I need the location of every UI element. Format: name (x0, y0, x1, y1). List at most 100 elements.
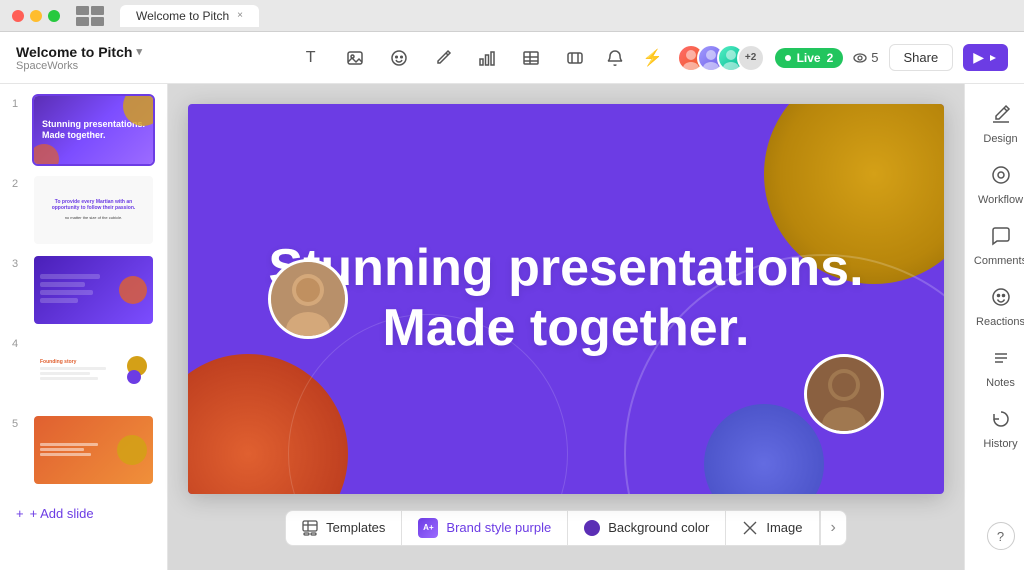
add-slide-label: + Add slide (30, 506, 94, 521)
history-icon (991, 409, 1011, 434)
slide-main-text: Stunning presentations. Made together. (266, 239, 866, 359)
app-grid-icon[interactable] (76, 6, 104, 26)
design-icon (991, 104, 1011, 129)
workflow-panel-button[interactable]: Workflow (971, 157, 1024, 214)
brand-style-icon: A+ (418, 518, 438, 538)
workflow-icon (991, 165, 1011, 190)
viewers-count: 5 (853, 50, 878, 65)
comments-label: Comments (974, 255, 1024, 267)
help-button[interactable]: ? (987, 522, 1015, 550)
reactions-label: Reactions (976, 316, 1024, 328)
main-content: 1 Stunning presentations.Made together. … (0, 84, 1024, 570)
reactions-panel-button[interactable]: Reactions (971, 279, 1024, 336)
lightning-icon[interactable]: ⚡ (639, 44, 667, 72)
avatar-right-face (807, 357, 881, 431)
slide-thumbnail-5[interactable] (32, 414, 155, 486)
title-text: Welcome to Pitch (16, 44, 132, 60)
chevron-right-icon: › (831, 519, 836, 537)
comments-icon (991, 226, 1011, 251)
collaborator-avatar-left (268, 259, 348, 339)
design-panel-button[interactable]: Design (971, 96, 1024, 153)
live-count: 2 (827, 51, 834, 65)
play-icon: ▶ (973, 49, 984, 66)
chart-tool-button[interactable] (473, 44, 501, 72)
notes-icon (991, 348, 1011, 373)
viewers-number: 5 (871, 50, 878, 65)
slides-panel: 1 Stunning presentations.Made together. … (0, 84, 168, 570)
pen-tool-button[interactable] (429, 44, 457, 72)
slide-thumbnail-1[interactable]: Stunning presentations.Made together. (32, 94, 155, 166)
avatar-overflow-count: +2 (737, 44, 765, 72)
image-button[interactable]: Image (725, 510, 819, 546)
live-indicator: Live 2 (775, 48, 844, 68)
brand-style-label: Brand style purple (446, 520, 551, 535)
document-title[interactable]: Welcome to Pitch ▾ (16, 44, 285, 60)
slide-number-2: 2 (12, 178, 26, 190)
table-tool-button[interactable] (517, 44, 545, 72)
slide-thumbnail-3[interactable] (32, 254, 155, 326)
share-button[interactable]: Share (889, 44, 954, 71)
close-window-button[interactable] (12, 10, 24, 22)
present-button[interactable]: ▶ (963, 44, 1008, 71)
main-toolbar: Welcome to Pitch ▾ SpaceWorks T ⚡ (0, 32, 1024, 84)
image-icon (742, 520, 758, 536)
live-dot-icon (785, 55, 791, 61)
title-bar: Welcome to Pitch × (0, 0, 1024, 32)
slide-thumbnail-4[interactable]: Founding story (32, 334, 155, 406)
text-tool-button[interactable]: T (297, 44, 325, 72)
brand-style-button[interactable]: A+ Brand style purple (401, 510, 567, 546)
live-label: Live (797, 51, 821, 65)
notifications-icon[interactable] (601, 44, 629, 72)
reactions-icon (991, 287, 1011, 312)
tab-label: Welcome to Pitch (136, 9, 229, 23)
tab-close-icon[interactable]: × (237, 10, 243, 21)
tool-group: T (297, 44, 589, 72)
document-tab[interactable]: Welcome to Pitch × (120, 5, 259, 27)
slide-thumbnail-2[interactable]: To provide every Martian with an opportu… (32, 174, 155, 246)
emoji-tool-button[interactable] (385, 44, 413, 72)
plus-icon: + (16, 506, 24, 521)
slide-item-3: 3 (12, 254, 155, 326)
slide-item-2: 2 To provide every Martian with an oppor… (12, 174, 155, 246)
background-color-swatch (584, 520, 600, 536)
history-panel-button[interactable]: History (971, 401, 1024, 458)
slide-number-1: 1 (12, 98, 26, 110)
templates-button[interactable]: Templates (285, 510, 401, 546)
templates-icon (302, 520, 318, 536)
notes-label: Notes (986, 377, 1015, 389)
background-color-button[interactable]: Background color (567, 510, 725, 546)
collaborator-avatar-right (804, 354, 884, 434)
slide-number-4: 4 (12, 338, 26, 350)
slide-bottom-toolbar: Templates A+ Brand style purple Backgrou… (285, 506, 847, 550)
right-panel: Design Workflow Comments Reactions Notes (964, 84, 1024, 570)
title-chevron-icon[interactable]: ▾ (136, 45, 142, 58)
minimize-window-button[interactable] (30, 10, 42, 22)
embed-tool-button[interactable] (561, 44, 589, 72)
document-title-area: Welcome to Pitch ▾ SpaceWorks (16, 44, 285, 72)
workflow-label: Workflow (978, 194, 1023, 206)
avatar-left-face (271, 262, 345, 336)
more-options-button[interactable]: › (820, 510, 847, 546)
history-label: History (983, 438, 1017, 450)
slide-item-4: 4 Founding story (12, 334, 155, 406)
collaborator-avatars: +2 (677, 44, 765, 72)
templates-label: Templates (326, 520, 385, 535)
image-tool-button[interactable] (341, 44, 369, 72)
comments-panel-button[interactable]: Comments (971, 218, 1024, 275)
main-slide-canvas[interactable]: Stunning presentations. Made together. (188, 104, 944, 494)
slide-number-5: 5 (12, 418, 26, 430)
toolbar-right-section: ⚡ +2 Live 2 5 Share ▶ (601, 44, 1008, 72)
slide-item-1: 1 Stunning presentations.Made together. (12, 94, 155, 166)
slide-number-3: 3 (12, 258, 26, 270)
background-color-label: Background color (608, 520, 709, 535)
window-controls (12, 10, 60, 22)
help-icon: ? (997, 529, 1004, 544)
canvas-area: Stunning presentations. Made together. (168, 84, 964, 570)
maximize-window-button[interactable] (48, 10, 60, 22)
design-label: Design (983, 133, 1017, 145)
notes-panel-button[interactable]: Notes (971, 340, 1024, 397)
add-slide-button[interactable]: + + Add slide (12, 498, 155, 529)
image-label: Image (766, 520, 802, 535)
workspace-name: SpaceWorks (16, 60, 285, 72)
slide-item-5: 5 (12, 414, 155, 486)
